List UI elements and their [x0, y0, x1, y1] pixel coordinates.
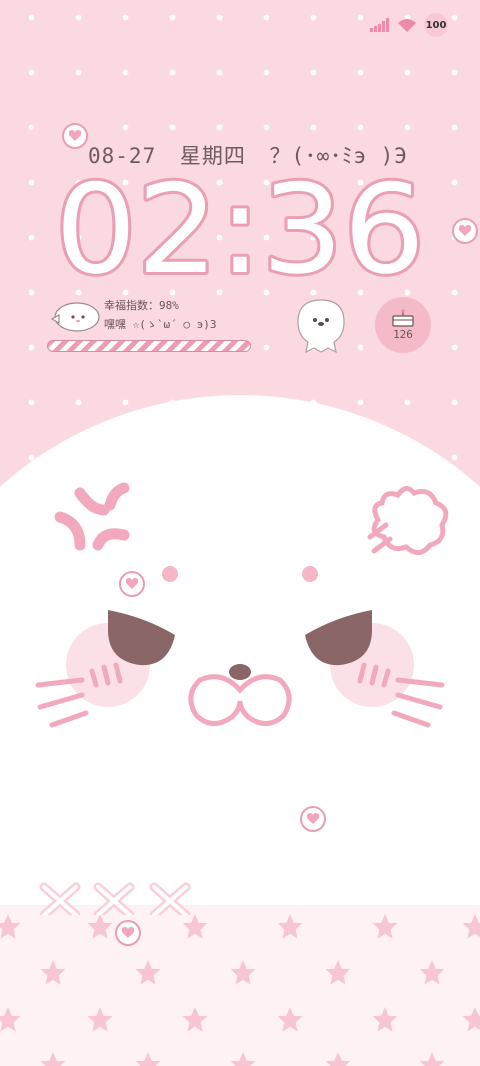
heart-bubble-icon — [452, 218, 478, 244]
seal-avatar-icon — [50, 302, 100, 332]
cake-badge[interactable]: 126 — [375, 297, 431, 353]
info-text: 幸福指数：98% 嘿嘿 ☆(ゝ`ω´ ○ э)3 — [104, 296, 216, 334]
happiness-progress-bar — [47, 340, 251, 352]
date-line: 08-27 星期四 ？(･∞･ﾐэ )Э — [88, 140, 418, 170]
weekday-text: 星期四 — [179, 144, 246, 168]
happiness-label: 幸福指数：98% — [104, 299, 179, 312]
cake-icon — [392, 309, 414, 327]
heart-bubble-icon — [300, 806, 326, 832]
date-text: 08-27 — [88, 144, 157, 168]
status-bar: 100 — [370, 13, 448, 37]
greeting-text: 嘿嘿 ☆(ゝ`ω´ ○ э)3 — [104, 318, 217, 331]
heart-bubble-icon — [115, 920, 141, 946]
clock[interactable]: 02:36 — [50, 168, 430, 283]
battery-indicator: 100 — [424, 13, 448, 37]
lock-screen: 100 08-27 星期四 ？(･∞･ﾐэ )Э 02:36 幸福指数：98% … — [0, 0, 480, 1066]
kaomoji-text: ？(･∞･ﾐэ )Э — [269, 144, 408, 168]
wifi-icon — [398, 18, 416, 32]
heart-bubble-icon — [119, 571, 145, 597]
seal-mascot-icon[interactable] — [290, 296, 352, 354]
signal-icon — [370, 18, 389, 32]
cake-count: 126 — [393, 328, 413, 341]
clock-time: 02:36 — [55, 168, 425, 283]
heart-bubble-icon — [62, 123, 88, 149]
